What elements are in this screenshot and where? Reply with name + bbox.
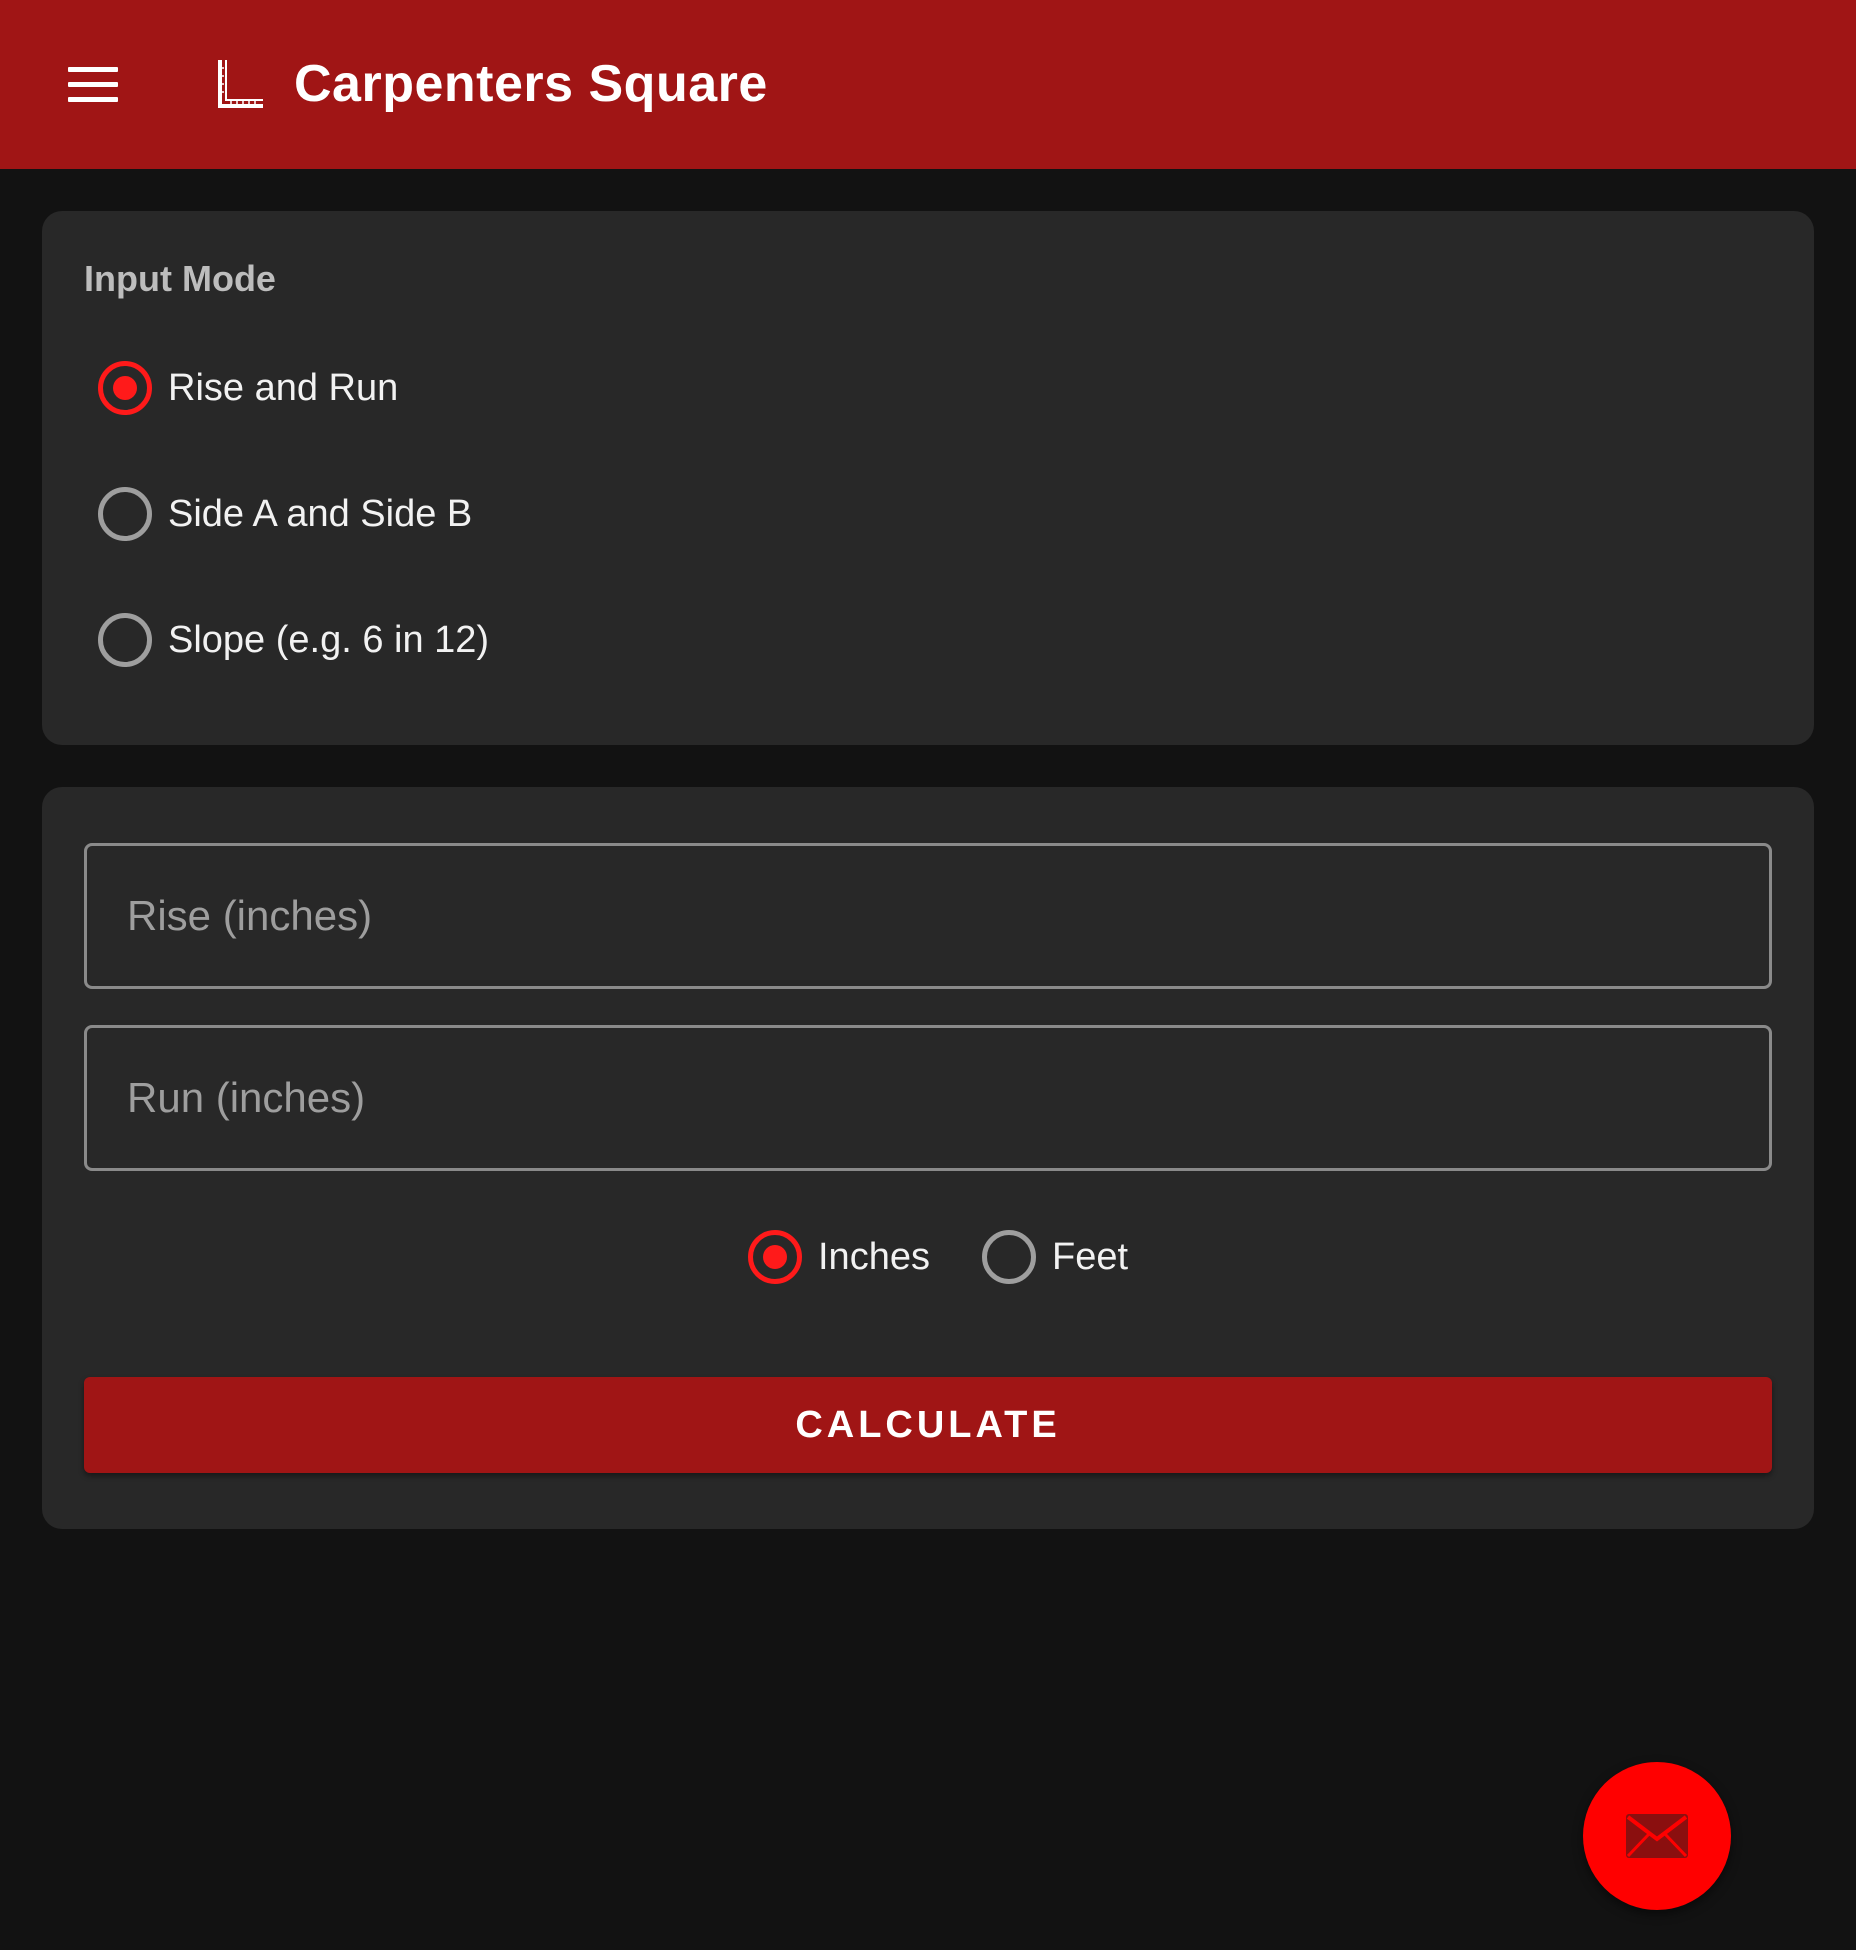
mode-option-label: Slope (e.g. 6 in 12) <box>168 618 490 661</box>
radio-unselected-icon[interactable] <box>982 1230 1036 1284</box>
app-bar: Carpenters Square <box>0 0 1856 169</box>
radio-selected-icon[interactable] <box>748 1230 802 1284</box>
calculate-button[interactable]: CALCULATE <box>84 1377 1772 1473</box>
unit-option-feet[interactable]: Feet <box>982 1227 1128 1287</box>
mode-option-label: Side A and Side B <box>168 492 473 535</box>
rise-input[interactable] <box>84 843 1772 989</box>
menu-button[interactable] <box>68 67 118 103</box>
input-mode-label: Input Mode <box>84 258 276 299</box>
run-input[interactable] <box>84 1025 1772 1171</box>
unit-option-label: Inches <box>818 1235 930 1278</box>
unit-option-label: Feet <box>1052 1235 1129 1278</box>
radio-selected-icon[interactable] <box>98 361 152 415</box>
menu-icon-line <box>68 82 118 87</box>
menu-icon-line <box>68 67 118 72</box>
mode-option-side-a-b[interactable]: Side A and Side B <box>98 484 472 544</box>
mode-option-rise-run[interactable]: Rise and Run <box>98 358 398 418</box>
mode-option-label: Rise and Run <box>168 366 399 409</box>
mode-option-slope[interactable]: Slope (e.g. 6 in 12) <box>98 610 489 670</box>
menu-icon-line <box>68 97 118 102</box>
radio-unselected-icon[interactable] <box>98 613 152 667</box>
app-title: Carpenters Square <box>294 55 768 113</box>
carpenters-square-icon <box>218 60 263 108</box>
unit-option-inches[interactable]: Inches <box>748 1227 930 1287</box>
radio-unselected-icon[interactable] <box>98 487 152 541</box>
email-fab-button[interactable] <box>1583 1762 1731 1910</box>
mail-icon <box>1626 1814 1688 1858</box>
